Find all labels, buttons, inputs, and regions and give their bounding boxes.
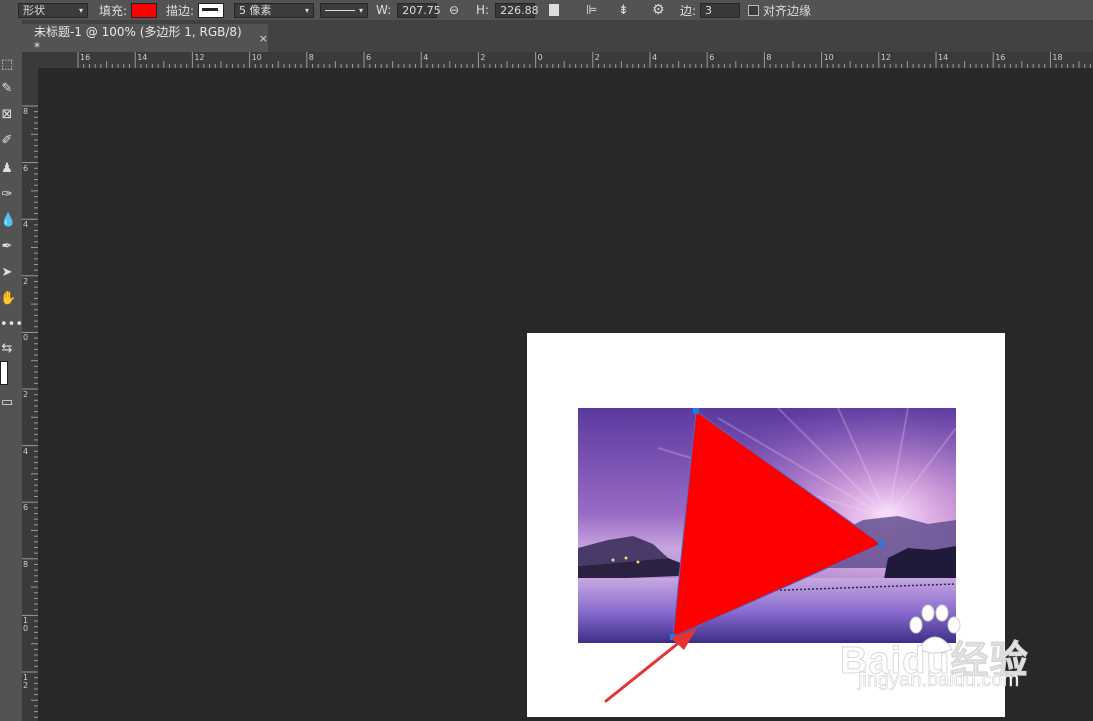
vertical-ruler-label: 4 <box>23 220 29 230</box>
tab-document[interactable]: 未标题-1 @ 100% (多边形 1, RGB/8) * × <box>22 24 268 54</box>
swap-colors-icon[interactable]: ⇆ <box>0 340 14 358</box>
chevron-down-icon: ▾ <box>304 5 309 15</box>
horizontal-ruler-label: 16 <box>995 53 1006 62</box>
stroke-width-dropdown[interactable]: 5 像素 ▾ <box>234 2 314 18</box>
watermark-url-text: jingyan.baidu.com <box>858 669 1020 692</box>
vertical-ruler-label: 2 <box>23 276 29 286</box>
horizontal-ruler-label: 10 <box>823 53 834 62</box>
vertical-ruler-label: 10 <box>23 616 29 634</box>
gear-icon[interactable]: ⚙ <box>652 2 665 18</box>
sides-label: 边: <box>680 3 697 18</box>
horizontal-ruler-label: 6 <box>709 53 715 62</box>
horizontal-ruler-label: 8 <box>766 53 772 62</box>
marquee-tool-icon[interactable]: ⬚ <box>0 56 14 74</box>
options-bar: 形状 ▾ 填充: 描边: 5 像素 ▾ ▾ W: 207.75 ⊖ H: 226… <box>0 0 1093 20</box>
hand-tool-icon[interactable]: ✋ <box>0 290 16 308</box>
baidu-jingyan-watermark: Baidu经验 jingyan.baidu.com <box>840 603 1040 698</box>
horizontal-ruler-label: 12 <box>880 53 891 62</box>
stroke-swatch-icon <box>202 7 219 11</box>
horizontal-ruler-label: 4 <box>652 53 658 62</box>
document-tab-title: 未标题-1 @ 100% (多边形 1, RGB/8) * <box>34 24 242 54</box>
stroke-label: 描边: <box>166 3 195 18</box>
horizontal-ruler-label: 18 <box>1052 53 1063 62</box>
height-label: H: <box>476 3 490 17</box>
vertical-ruler-label: 4 <box>23 446 29 456</box>
close-icon[interactable]: × <box>259 32 268 45</box>
horizontal-ruler-label: 0 <box>537 53 543 62</box>
vertical-ruler-label: 8 <box>23 107 29 116</box>
horizontal-ruler[interactable]: 16 14 12 10 8 6 4 2 0 2 4 6 8 10 12 14 16 18 <box>40 52 1093 69</box>
chevron-down-icon: ▾ <box>78 5 83 15</box>
ruler-origin[interactable] <box>22 52 40 68</box>
frame-tool-icon[interactable]: ⊠ <box>0 106 14 124</box>
link-icon[interactable]: ⊖ <box>449 3 459 17</box>
vertical-ruler[interactable]: 8 6 4 2 0 2 4 6 8 10 12 <box>22 68 39 721</box>
chevron-down-icon: ▾ <box>358 5 363 15</box>
horizontal-ruler-label: 14 <box>938 53 949 62</box>
more-tools-icon[interactable]: ••• <box>0 316 23 334</box>
vertical-ruler-label: 6 <box>23 503 29 513</box>
stroke-swatch[interactable] <box>198 2 225 18</box>
vertical-ruler-label: 6 <box>23 163 29 173</box>
vertical-ruler-label: 12 <box>23 673 29 690</box>
eraser-tool-icon[interactable]: ✑ <box>0 186 14 204</box>
path-operations-icon[interactable] <box>549 4 559 16</box>
sides-input[interactable]: 3 <box>700 2 741 18</box>
horizontal-ruler-label: 4 <box>423 53 429 62</box>
path-alignment-icon[interactable]: ⊫ <box>586 3 597 18</box>
shape-mode-dropdown[interactable]: 形状 ▾ <box>18 2 88 18</box>
horizontal-ruler-label: 14 <box>137 53 148 62</box>
height-input[interactable]: 226.88 <box>495 2 539 18</box>
fill-color-swatch[interactable] <box>131 2 158 18</box>
vertical-ruler-label: 2 <box>23 390 29 399</box>
screen-mode-icon[interactable]: ▭ <box>0 394 14 412</box>
horizontal-ruler-label: 16 <box>80 53 91 62</box>
path-selection-tool-icon[interactable]: ➤ <box>0 264 14 282</box>
horizontal-ruler-label: 6 <box>366 53 372 62</box>
horizontal-ruler-label: 8 <box>308 53 314 62</box>
fill-label: 填充: <box>99 3 128 18</box>
stroke-type-dropdown[interactable]: ▾ <box>320 2 368 18</box>
align-edges-label: 对齐边缘 <box>763 3 812 18</box>
tools-panel: ⬚ ✎ ⊠ ✐ ♟ ✑ 💧 ✒ ➤ ✋ ••• ⇆ ▭ <box>0 20 23 721</box>
horizontal-ruler-label: 12 <box>194 53 205 62</box>
width-input[interactable]: 207.75 <box>397 2 441 18</box>
stroke-width-value: 5 像素 <box>239 4 272 17</box>
horizontal-ruler-label: 2 <box>594 53 600 62</box>
horizontal-ruler-label: 2 <box>480 53 486 62</box>
vertical-ruler-label: 8 <box>23 559 29 569</box>
path-arrangement-icon[interactable]: ⇟ <box>618 3 629 18</box>
foreground-color-swatch[interactable] <box>0 361 8 385</box>
horizontal-ruler-label: 10 <box>251 53 262 62</box>
align-edges-checkbox[interactable] <box>748 4 759 16</box>
quick-selection-tool-icon[interactable]: ✎ <box>0 80 14 98</box>
vertical-ruler-label: 0 <box>23 333 29 343</box>
width-label: W: <box>376 3 392 17</box>
document-tab-bar: 未标题-1 @ 100% (多边形 1, RGB/8) * × <box>22 20 1093 54</box>
blur-tool-icon[interactable]: 💧 <box>0 212 16 230</box>
healing-brush-tool-icon[interactable]: ✐ <box>0 132 14 150</box>
shape-mode-value: 形状 <box>23 4 45 17</box>
clone-stamp-tool-icon[interactable]: ♟ <box>0 160 14 178</box>
pen-tool-icon[interactable]: ✒ <box>0 238 14 256</box>
stroke-line-icon <box>325 9 355 11</box>
